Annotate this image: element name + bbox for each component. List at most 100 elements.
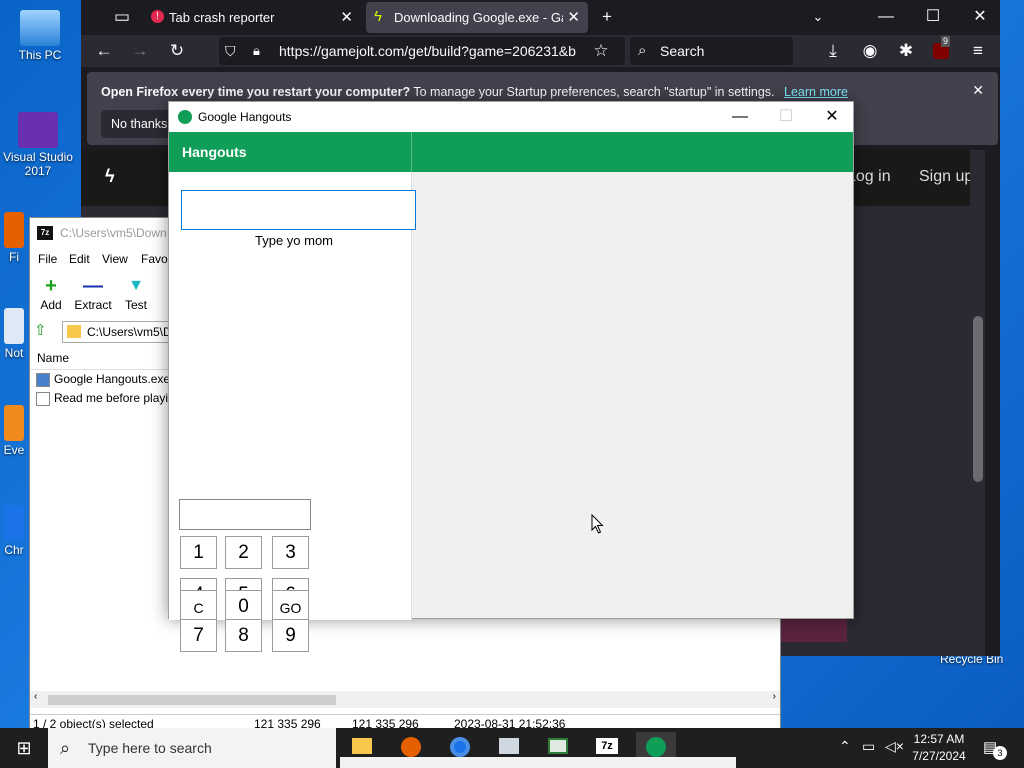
windows-start-icon[interactable]: ⊞ — [0, 728, 48, 768]
lock-icon: 🔒︎ — [253, 43, 260, 58]
menu-edit[interactable]: Edit — [69, 252, 90, 266]
text-file-icon — [36, 392, 50, 406]
action-center-icon[interactable]: ▤ 3 — [983, 738, 1007, 760]
folder-icon — [352, 738, 372, 754]
hangouts-left-pane: Type yo mom 1 2 3 4 5 6 7 8 9 — [169, 172, 416, 652]
hangouts-header: Hangouts — [169, 132, 853, 172]
tab-crash-reporter[interactable]: ! Tab crash reporter ✕ — [143, 2, 361, 33]
bookmark-star-icon[interactable]: ☆ — [588, 39, 614, 63]
up-folder-icon[interactable]: ⇧ — [34, 322, 52, 340]
taskbar-preview-popup — [340, 757, 736, 768]
ublock-icon[interactable]: 9 — [929, 36, 955, 63]
7zip-icon: 7z — [596, 738, 618, 754]
key-1[interactable]: 1 — [180, 536, 217, 569]
menu-favorites[interactable]: Favo — [141, 252, 168, 266]
navigation-bar: ← → ↻ ⛉ 🔒︎ https://gamejolt.com/get/buil… — [81, 35, 1000, 67]
hangouts-icon — [178, 110, 192, 124]
key-go[interactable]: GO — [272, 590, 309, 619]
reload-icon[interactable]: ↻ — [164, 39, 190, 63]
divider — [411, 132, 412, 172]
gamejolt-logo-icon[interactable]: ϟ — [105, 166, 115, 187]
hangouts-icon — [646, 737, 666, 757]
firefox-icon — [401, 737, 421, 757]
firefox-icon — [4, 212, 24, 248]
minimize-icon[interactable]: — — [866, 4, 906, 30]
input-hint: Type yo mom — [254, 233, 334, 248]
desktop-icon-this-pc[interactable]: This PC — [0, 10, 80, 62]
computer-icon — [20, 10, 60, 46]
key-0[interactable]: 0 — [225, 590, 262, 619]
close-tab-icon[interactable]: ✕ — [563, 8, 580, 26]
desktop-icon-notepad[interactable]: Not — [0, 308, 28, 360]
list-tabs-chevron-icon[interactable]: ⌄ — [805, 5, 831, 29]
test-check-icon: ▼ — [128, 277, 144, 294]
search-icon: ⌕ — [60, 738, 71, 758]
7zip-icon: 7z — [37, 226, 53, 240]
search-icon: ⌕ — [638, 42, 647, 59]
key-clear[interactable]: C — [180, 590, 217, 619]
menu-file[interactable]: File — [38, 252, 57, 266]
account-icon[interactable]: ◉ — [857, 39, 883, 63]
tab-bar: ▭ ! Tab crash reporter ✕ ϟ Downloading G… — [81, 0, 1000, 35]
tab-downloading[interactable]: ϟ Downloading Google.exe - Gam ✕ — [366, 2, 588, 33]
no-thanks-button[interactable]: No thanks — [101, 110, 178, 138]
page-scrollbar[interactable] — [970, 150, 985, 656]
firefox-view-icon[interactable]: ▭ — [109, 5, 135, 29]
desktop-icon-everything[interactable]: Eve — [0, 405, 28, 457]
exe-file-icon — [36, 373, 50, 387]
keypad-bottom-row: C 0 GO — [169, 590, 412, 619]
window-app-icon — [548, 738, 568, 754]
key-7[interactable]: 7 — [180, 619, 217, 652]
url-bar[interactable]: ⛉ 🔒︎ https://gamejolt.com/get/build?game… — [219, 37, 625, 65]
extensions-icon[interactable]: ✱ — [893, 39, 919, 63]
forward-icon[interactable]: → — [127, 39, 153, 63]
file-row[interactable]: Read me before playin — [36, 391, 175, 406]
key-9[interactable]: 9 — [272, 619, 309, 652]
desktop-icon-firefox[interactable]: Fi — [0, 212, 28, 264]
file-row[interactable]: Google Hangouts.exe — [36, 372, 170, 387]
test-button[interactable]: ▼ Test — [111, 274, 161, 312]
taskbar-clock[interactable]: 12:57 AM 7/27/2024 — [904, 731, 974, 765]
menu-view[interactable]: View — [102, 252, 128, 266]
chrome-icon — [450, 737, 470, 757]
number-display-input[interactable] — [179, 499, 311, 530]
search-bar[interactable]: ⌕ Search — [630, 37, 793, 65]
key-3[interactable]: 3 — [272, 536, 309, 569]
desktop-icon-visual-studio[interactable]: Visual Studio 2017 — [0, 112, 76, 178]
close-window-icon[interactable]: ✕ — [960, 4, 1000, 30]
key-8[interactable]: 8 — [225, 619, 262, 652]
close-notification-icon[interactable]: ✕ — [972, 82, 984, 99]
scrollbar-thumb[interactable] — [973, 316, 983, 482]
close-window-icon[interactable]: ✕ — [809, 102, 855, 132]
hangouts-header-title: Hangouts — [182, 144, 247, 160]
gamejolt-icon: ϟ — [374, 8, 382, 25]
scroll-right-icon[interactable]: › — [773, 691, 776, 702]
volume-muted-icon[interactable]: ◁× — [885, 738, 904, 755]
tray-chevron-icon[interactable]: ⌃ — [839, 738, 851, 755]
menu-hamburger-icon[interactable]: ≡ — [965, 39, 991, 63]
minimize-icon[interactable]: — — [717, 102, 763, 132]
horizontal-scrollbar[interactable]: ‹ › — [30, 691, 780, 708]
learn-more-link[interactable]: Learn more — [784, 85, 848, 99]
new-tab-icon[interactable]: + — [594, 5, 620, 29]
scroll-left-icon[interactable]: ‹ — [34, 691, 37, 702]
downloads-icon[interactable]: ⤓ — [820, 39, 846, 63]
chrome-icon — [4, 505, 24, 541]
desktop-icon-chrome[interactable]: Chr — [0, 505, 28, 557]
close-tab-icon[interactable]: ✕ — [340, 8, 353, 26]
paint-icon — [499, 738, 519, 754]
back-icon[interactable]: ← — [91, 39, 117, 63]
taskbar-search[interactable]: ⌕ Type here to search — [48, 728, 336, 768]
network-icon[interactable]: ▭ — [862, 738, 875, 755]
message-input[interactable] — [181, 190, 416, 230]
maximize-icon[interactable]: ☐ — [913, 4, 953, 30]
scrollbar-thumb[interactable] — [48, 695, 336, 705]
visual-studio-icon — [18, 112, 58, 148]
folder-icon — [67, 325, 81, 338]
signup-link[interactable]: Sign up — [919, 168, 973, 186]
shield-icon: ⛉ — [225, 43, 236, 59]
key-2[interactable]: 2 — [225, 536, 262, 569]
warning-icon: ! — [151, 10, 164, 23]
maximize-icon[interactable]: ☐ — [763, 102, 809, 132]
notepad-icon — [4, 308, 24, 344]
